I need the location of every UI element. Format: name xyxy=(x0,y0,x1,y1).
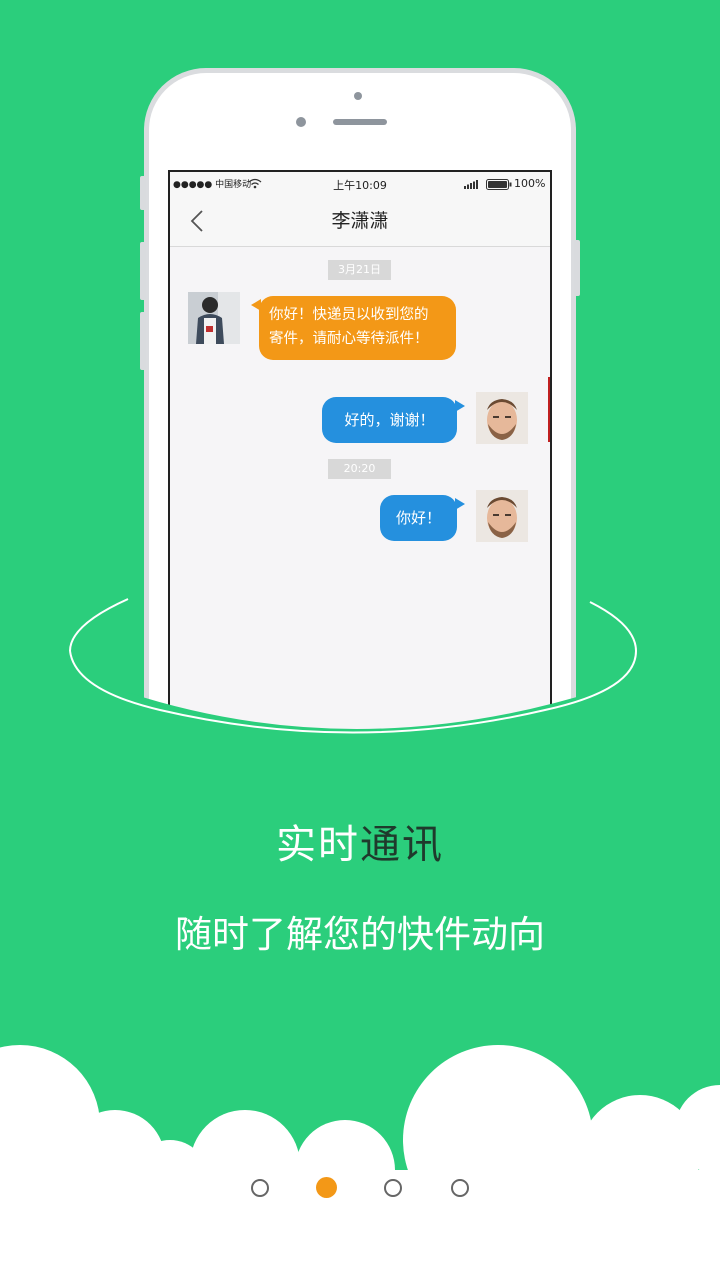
page-indicator-dot-1[interactable] xyxy=(251,1179,269,1197)
page-indicator-dot-4[interactable] xyxy=(451,1179,469,1197)
cloud-decoration xyxy=(0,1045,720,1280)
feature-subtitle: 随时了解您的快件动向 xyxy=(175,913,545,956)
headline-dark: 通讯 xyxy=(360,822,444,868)
headline-light: 实时 xyxy=(276,822,360,868)
feature-headline: 实时通讯 xyxy=(0,812,720,870)
page-indicator-dot-2-active[interactable] xyxy=(316,1177,337,1198)
page-indicator-dot-3[interactable] xyxy=(384,1179,402,1197)
